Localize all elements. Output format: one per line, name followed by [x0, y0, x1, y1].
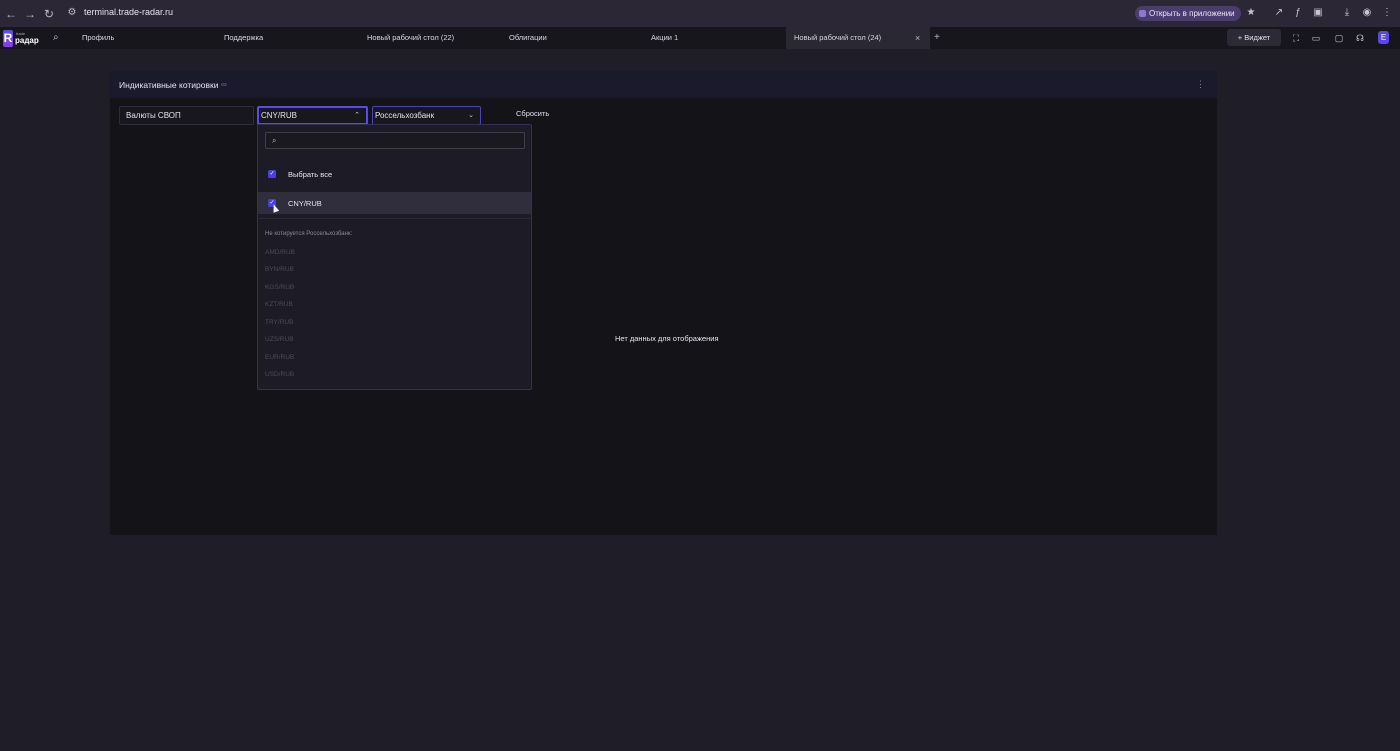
- search-icon[interactable]: ⌕: [53, 32, 64, 43]
- tab-desktop-24[interactable]: Новый рабочий стол (24): [786, 27, 930, 49]
- logo-text: радар: [15, 36, 39, 45]
- link-icon[interactable]: ∞: [221, 80, 227, 89]
- disabled-option: UZS/RUB: [265, 336, 294, 343]
- tab-close-icon[interactable]: ×: [915, 27, 920, 49]
- back-icon[interactable]: ←: [1, 4, 21, 24]
- logo-mark: R: [3, 30, 13, 47]
- app-header: R trade радар ⌕ Профиль Поддержка Новый …: [0, 27, 1400, 49]
- currency-pair-dropdown: ⌕ ✓ Выбрать все ✓ CNY/RUB Не котируется …: [257, 124, 532, 390]
- checkbox-checked-icon[interactable]: ✓: [268, 170, 276, 178]
- profile-icon[interactable]: ◉: [1360, 6, 1374, 20]
- disabled-option: KGS/RUB: [265, 284, 295, 291]
- select-all-label: Выбрать все: [288, 170, 333, 179]
- tab-profile[interactable]: Профиль: [82, 27, 114, 49]
- tab-stocks-1[interactable]: Акции 1: [651, 27, 678, 49]
- headset-icon[interactable]: ☊: [1354, 32, 1366, 44]
- disabled-option: TRY/RUB: [265, 319, 294, 326]
- instrument-type-select[interactable]: Валюты СВОП: [119, 106, 254, 125]
- widget-header: Индикативные котировки ∞ ⋮: [110, 71, 1217, 98]
- chevron-down-icon: ⌄: [468, 112, 474, 119]
- tab-desktop-22[interactable]: Новый рабочий стол (22): [367, 27, 454, 49]
- disabled-option: BYN/RUB: [265, 266, 294, 273]
- option-cny-rub[interactable]: ✓ CNY/RUB: [258, 192, 531, 214]
- chat-icon[interactable]: ▢: [1333, 32, 1345, 44]
- bank-value: Россельхозбанк: [375, 111, 435, 120]
- select-all-option[interactable]: ✓ Выбрать все: [258, 163, 531, 185]
- search-icon: ⌕: [272, 136, 277, 145]
- disabled-option: KZT/RUB: [265, 301, 293, 308]
- tab-support[interactable]: Поддержка: [224, 27, 263, 49]
- browser-menu-icon[interactable]: ⋮: [1380, 6, 1394, 20]
- dropdown-search-input[interactable]: ⌕: [265, 132, 525, 149]
- add-tab-icon[interactable]: +: [934, 27, 940, 49]
- user-avatar[interactable]: E: [1378, 31, 1389, 44]
- extensions-puzzle-icon[interactable]: ▣: [1311, 6, 1325, 20]
- reset-button[interactable]: Сбросить: [516, 109, 549, 118]
- forward-icon[interactable]: →: [20, 4, 40, 24]
- disabled-option: USD/RUB: [265, 371, 295, 378]
- option-label: CNY/RUB: [288, 199, 322, 208]
- fullscreen-icon[interactable]: ⛶: [1290, 32, 1302, 44]
- chevron-up-icon: ⌃: [354, 112, 360, 119]
- extension-icon[interactable]: ↗: [1272, 6, 1286, 20]
- app-logo[interactable]: R trade радар: [3, 30, 43, 47]
- unavailable-note: Не котируется Россельхозбанк:: [265, 231, 353, 237]
- download-icon[interactable]: ⤓: [1340, 6, 1354, 20]
- currency-pair-select[interactable]: CNY/RUB ⌃: [257, 106, 368, 125]
- empty-state-message: Нет данных для отображения: [615, 334, 719, 343]
- reload-icon[interactable]: ↻: [39, 4, 59, 24]
- add-widget-button[interactable]: + Виджет: [1227, 29, 1281, 46]
- currency-pair-value: CNY/RUB: [261, 111, 298, 120]
- screen-icon[interactable]: ▭: [1310, 32, 1322, 44]
- widget-menu-icon[interactable]: ⋮: [1196, 79, 1205, 90]
- address-bar[interactable]: terminal.trade-radar.ru: [84, 7, 173, 17]
- browser-toolbar: ← → ↻ ⚙ terminal.trade-radar.ru Открыть …: [0, 0, 1400, 27]
- disabled-option: AMD/RUB: [265, 249, 295, 256]
- open-in-app-button[interactable]: Открыть в приложении: [1135, 6, 1241, 21]
- disabled-option: EUR/RUB: [265, 354, 295, 361]
- bookmark-star-icon[interactable]: ★: [1244, 6, 1258, 20]
- site-settings-icon[interactable]: ⚙: [66, 7, 78, 19]
- bank-select[interactable]: Россельхозбанк ⌄: [372, 106, 481, 125]
- divider: [258, 218, 531, 219]
- tab-bonds[interactable]: Облигации: [509, 27, 547, 49]
- extension-f-icon[interactable]: ƒ: [1291, 6, 1305, 20]
- widget-title: Индикативные котировки: [119, 80, 219, 90]
